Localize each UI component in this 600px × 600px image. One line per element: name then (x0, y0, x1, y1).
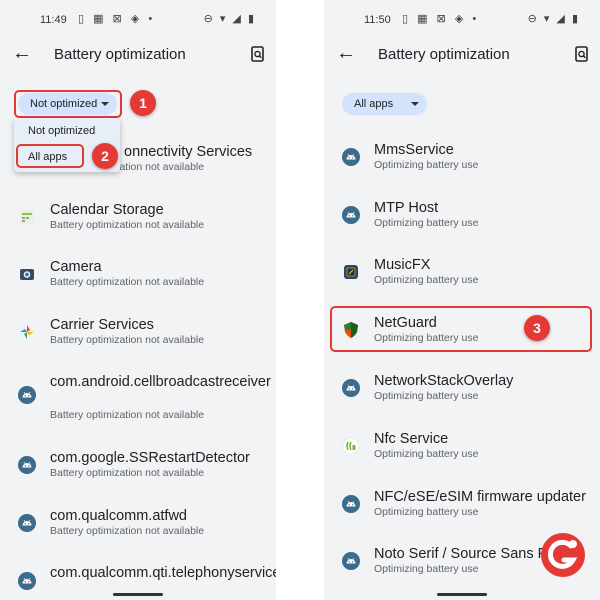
app-name: com.qualcomm.atfwd (50, 508, 187, 524)
android-icon (18, 514, 36, 532)
status-bar: 11:50 ▯ ▦ ⊠ ◈ • ⊖ ▾ ◢ ▮ (324, 0, 600, 38)
app-name: onnectivity Services (124, 144, 253, 160)
back-arrow-icon[interactable]: ← (336, 42, 356, 65)
site-logo-icon (541, 533, 585, 577)
app-status: Battery optimization not available (50, 409, 205, 421)
app-status: Optimizing battery use (374, 563, 479, 575)
app-name: com.google.SSRestartDetector (50, 450, 250, 466)
camera-icon (20, 269, 34, 280)
app-search-icon[interactable] (250, 46, 266, 62)
app-bar: ← Battery optimization (0, 40, 276, 72)
carrier-services-icon (20, 325, 34, 339)
app-status: Optimizing battery use (374, 159, 479, 171)
android-icon (18, 456, 36, 474)
app-name: Noto Serif / Source Sans Pro (374, 546, 561, 562)
android-icon (342, 148, 360, 166)
system-icons: ⊖ ▾ ◢ ▮ (203, 13, 256, 25)
notification-icons: ▯ ▦ ⊠ ◈ • (78, 13, 156, 25)
right-screen: 11:50 ▯ ▦ ⊠ ◈ • ⊖ ▾ ◢ ▮ ← Battery optimi… (324, 0, 600, 600)
android-icon (18, 572, 36, 590)
app-search-icon[interactable] (574, 46, 590, 62)
step-badge-2: 2 (92, 143, 118, 169)
app-name: MusicFX (374, 257, 431, 273)
status-time: 11:49 (40, 14, 67, 26)
android-icon (342, 495, 360, 513)
filter-dropdown-label: All apps (354, 98, 394, 110)
page-title: Battery optimization (378, 46, 510, 63)
android-icon (342, 379, 360, 397)
calendar-icon (20, 210, 34, 224)
app-name: MmsService (374, 142, 454, 158)
menu-option-not-optimized[interactable]: Not optimized (28, 125, 95, 137)
app-name: Nfc Service (374, 431, 449, 447)
app-name: NFC/eSE/eSIM firmware updater (374, 489, 586, 505)
app-status: Optimizing battery use (374, 390, 479, 402)
app-status: Optimizing battery use (374, 506, 479, 518)
app-status: Optimizing battery use (374, 448, 479, 460)
netguard-shield-icon (344, 322, 358, 338)
notification-icons: ▯ ▦ ⊠ ◈ • (402, 13, 480, 25)
page-title: Battery optimization (54, 46, 186, 63)
android-icon (342, 206, 360, 224)
step-badge-1: 1 (130, 90, 156, 116)
filter-dropdown-label: Not optimized (30, 98, 98, 110)
filter-dropdown[interactable]: All apps (342, 93, 428, 115)
app-name: NetworkStackOverlay (374, 373, 514, 389)
caret-down-icon (101, 102, 110, 106)
nfc-service-icon (342, 437, 360, 455)
app-status: Battery optimization not available (50, 219, 205, 231)
app-status: Optimizing battery use (374, 332, 479, 344)
app-name: com.android.cellbroadcastreceiver (50, 374, 271, 390)
app-status: Optimizing battery use (374, 217, 479, 229)
app-bar: ← Battery optimization (324, 40, 600, 72)
left-screen: 11:49 ▯ ▦ ⊠ ◈ • ⊖ ▾ ◢ ▮ ← Battery optimi… (0, 0, 276, 600)
app-name: com.qualcomm.qti.telephonyservice (50, 565, 276, 581)
system-icons: ⊖ ▾ ◢ ▮ (527, 13, 580, 25)
app-name: Camera (50, 259, 102, 275)
menu-option-all-apps[interactable]: All apps (28, 151, 67, 163)
status-bar: 11:49 ▯ ▦ ⊠ ◈ • ⊖ ▾ ◢ ▮ (0, 0, 276, 38)
app-name: MTP Host (374, 200, 439, 216)
status-time: 11:50 (364, 14, 391, 26)
app-status: Battery optimization not available (50, 276, 205, 288)
app-status: Battery optimization not available (50, 467, 205, 479)
app-name: NetGuard (374, 315, 437, 331)
android-icon (18, 386, 36, 404)
caret-down-icon (411, 102, 420, 106)
app-name: Calendar Storage (50, 202, 164, 218)
filter-dropdown[interactable]: Not optimized (18, 93, 118, 115)
app-status: Optimizing battery use (374, 274, 479, 286)
app-name: Carrier Services (50, 317, 154, 333)
app-status: Battery optimization not available (50, 334, 205, 346)
app-status: Battery optimization not available (50, 525, 205, 537)
highlight-box-3 (330, 306, 592, 352)
gesture-bar[interactable] (437, 593, 487, 596)
step-badge-3: 3 (524, 315, 550, 341)
android-icon (342, 552, 360, 570)
gesture-bar[interactable] (113, 593, 163, 596)
musicfx-icon (344, 265, 358, 279)
back-arrow-icon[interactable]: ← (12, 42, 32, 65)
